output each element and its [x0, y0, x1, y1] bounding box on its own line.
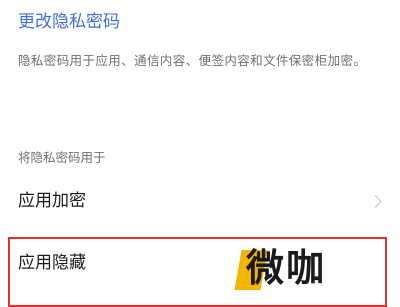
- watermark-logo: 微咖: [234, 244, 356, 294]
- change-privacy-password-link[interactable]: 更改隐私密码: [18, 8, 120, 36]
- chevron-right-icon: [369, 195, 382, 208]
- section-header-use-privacy-password: 将隐私密码用于: [18, 150, 106, 165]
- watermark-text: 微咖: [246, 246, 327, 290]
- list-item-label: 应用加密: [18, 191, 86, 211]
- list-item-label: 应用隐藏: [18, 253, 86, 273]
- privacy-password-description: 隐私密码用于应用、通信内容、便签内容和文件保密柜加密。: [18, 53, 367, 68]
- list-item-app-encryption[interactable]: 应用加密: [0, 178, 400, 228]
